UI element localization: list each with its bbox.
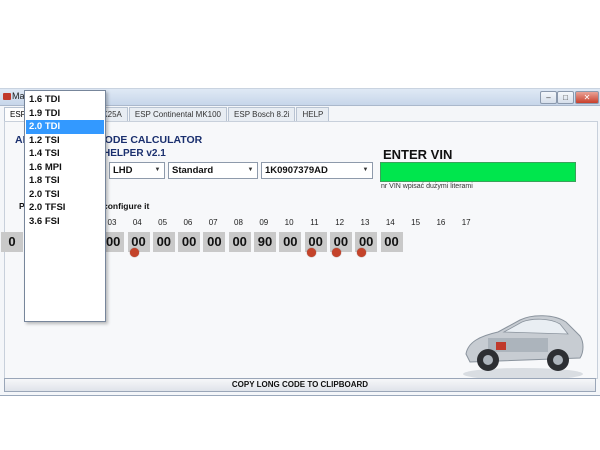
close-button[interactable]: ✕ — [575, 91, 599, 104]
code-byte-cell[interactable]: 00 — [178, 232, 201, 252]
code-byte-cell[interactable]: 00 — [203, 232, 226, 252]
engine-option[interactable]: 1.8 TSI — [26, 174, 104, 188]
engine-option[interactable]: 3.6 FSI — [26, 215, 104, 229]
app-icon — [3, 93, 11, 100]
engine-option[interactable]: 2.0 TFSI — [26, 201, 104, 215]
code-index-label: 11 — [310, 218, 319, 227]
tab-help[interactable]: HELP — [296, 107, 330, 122]
chevron-down-icon: ▼ — [362, 167, 369, 173]
chevron-down-icon: ▼ — [154, 167, 161, 173]
car-illustration — [463, 315, 584, 380]
engine-option[interactable]: 1.2 TSI — [26, 134, 104, 148]
vin-title: ENTER VIN — [383, 147, 453, 162]
tab-esp-continental-mk100[interactable]: ESP Continental MK100 — [128, 107, 228, 122]
part-number-value: 1K0907379AD — [265, 165, 328, 176]
code-byte-cell[interactable]: 00 — [152, 232, 175, 252]
code-byte-cell[interactable]: 00 — [380, 232, 403, 252]
code-index-label: 14 — [385, 218, 395, 227]
bit-marker-icon[interactable] — [331, 248, 341, 257]
configure-label: configure it — [103, 201, 150, 211]
drive-select[interactable]: LHD ▼ — [109, 162, 165, 179]
code-index-label: 10 — [284, 218, 294, 227]
code-index-label: 08 — [234, 218, 243, 227]
variant-select[interactable]: Standard ▼ — [168, 162, 258, 179]
code-index-label: 05 — [158, 218, 168, 227]
tab-esp-bosch-82i[interactable]: ESP Bosch 8.2i — [228, 107, 296, 122]
bit-marker-icon[interactable] — [357, 248, 367, 257]
code-index-label: 12 — [335, 218, 345, 227]
engine-option[interactable]: 1.9 TDI — [26, 107, 104, 121]
variant-select-value: Standard — [172, 165, 214, 176]
code-index-label: 04 — [132, 218, 142, 227]
code-index-label: 06 — [183, 218, 193, 227]
bit-marker-icon[interactable] — [129, 248, 139, 257]
minimize-button[interactable]: – — [540, 91, 557, 104]
code-index-label: 15 — [411, 218, 421, 227]
bit-marker-icon[interactable] — [306, 248, 316, 257]
engine-option[interactable]: 2.0 TSI — [26, 188, 104, 202]
code-index-label: 07 — [208, 218, 218, 227]
copy-long-code-button[interactable]: COPY LONG CODE TO CLIPBOARD — [4, 378, 596, 392]
chevron-down-icon: ▼ — [247, 167, 254, 173]
part-number-select[interactable]: 1K0907379AD ▼ — [261, 162, 373, 179]
code-byte-cell[interactable]: 90 — [254, 232, 276, 252]
code-byte-cell[interactable]: 0 — [1, 232, 23, 252]
engine-dropdown-list: 1.6 TDI 1.9 TDI 2.0 TDI 1.2 TSI 1.4 TSI 1.6 M… — [24, 90, 106, 322]
page-subtitle: HELPER v2.1 — [103, 148, 166, 159]
code-index-label: 16 — [436, 218, 446, 227]
code-byte-cell[interactable]: 00 — [279, 232, 302, 252]
engine-option[interactable]: 2.0 TDI — [26, 120, 104, 134]
engine-option[interactable]: 1.6 TDI — [26, 93, 104, 107]
code-index-label: 13 — [360, 218, 370, 227]
vin-input[interactable] — [380, 162, 576, 182]
vin-hint: nr VIN wpisać dużymi literami — [381, 183, 473, 190]
engine-option[interactable]: 1.4 TSI — [26, 147, 104, 161]
code-index-label: 17 — [461, 218, 471, 227]
code-byte-cell[interactable]: 00 — [228, 232, 251, 252]
maximize-button[interactable]: □ — [557, 91, 574, 104]
code-index-label: 09 — [259, 218, 269, 227]
engine-option[interactable]: 1.6 MPI — [26, 161, 104, 175]
drive-select-value: LHD — [113, 165, 133, 176]
